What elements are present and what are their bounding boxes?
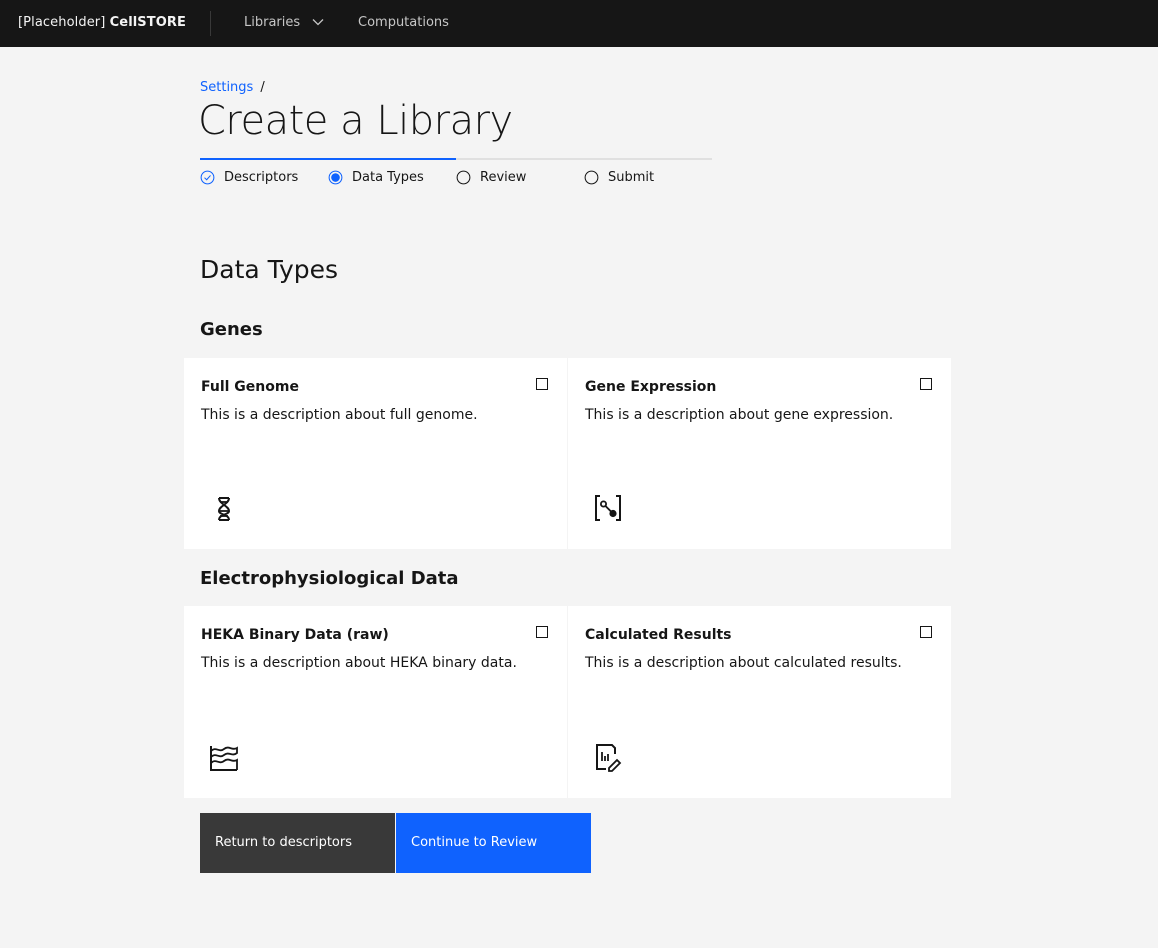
- app-brand[interactable]: [Placeholder] CellSTORE: [18, 15, 186, 30]
- card-checkbox[interactable]: [536, 626, 548, 638]
- waveform-icon: [210, 746, 238, 771]
- nav-libraries-label: Libraries: [244, 15, 301, 30]
- card-title: Calculated Results: [585, 627, 732, 643]
- card-heka-binary-data[interactable]: HEKA Binary Data (raw) This is a descrip…: [184, 606, 567, 798]
- report-edit-icon: [596, 744, 622, 772]
- breadcrumb: Settings /: [200, 80, 265, 95]
- card-description: This is a description about calculated r…: [585, 655, 902, 671]
- card-title: Full Genome: [201, 379, 299, 395]
- breadcrumb-settings-link[interactable]: Settings: [200, 80, 253, 95]
- breadcrumb-separator: /: [260, 80, 265, 95]
- card-description: This is a description about full genome.: [201, 407, 478, 423]
- step-label: Submit: [608, 170, 655, 185]
- group-title-genes: Genes: [200, 319, 263, 340]
- step-label: Review: [480, 170, 527, 185]
- header-divider: [210, 11, 211, 36]
- continue-to-review-button[interactable]: Continue to Review: [396, 813, 591, 873]
- group-title-electrophysiological: Electrophysiological Data: [200, 568, 459, 589]
- card-calculated-results[interactable]: Calculated Results This is a description…: [568, 606, 951, 798]
- page-title: Create a Library: [198, 98, 513, 144]
- card-gene-expression[interactable]: Gene Expression This is a description ab…: [568, 358, 951, 549]
- progress-fill: [200, 158, 456, 160]
- circle-outline-icon: [584, 170, 599, 185]
- card-description: This is a description about gene express…: [585, 407, 894, 423]
- gene-expression-icon: [595, 495, 621, 521]
- current-step-icon: [328, 170, 343, 185]
- top-header: [Placeholder] CellSTORE Libraries Comput…: [0, 0, 1158, 47]
- section-title: Data Types: [200, 255, 339, 284]
- brand-name: CellSTORE: [109, 15, 186, 30]
- brand-prefix: [Placeholder]: [18, 15, 106, 30]
- card-checkbox[interactable]: [920, 378, 932, 390]
- dna-icon: [217, 497, 231, 521]
- return-to-descriptors-button[interactable]: Return to descriptors: [200, 813, 395, 873]
- card-checkbox[interactable]: [920, 626, 932, 638]
- card-title: Gene Expression: [585, 379, 717, 395]
- card-title: HEKA Binary Data (raw): [201, 627, 389, 643]
- step-label: Data Types: [352, 170, 424, 185]
- card-full-genome[interactable]: Full Genome This is a description about …: [184, 358, 567, 549]
- card-checkbox[interactable]: [536, 378, 548, 390]
- card-description: This is a description about HEKA binary …: [201, 655, 517, 671]
- circle-outline-icon: [456, 170, 471, 185]
- nav-libraries[interactable]: Libraries: [244, 15, 324, 30]
- nav-computations[interactable]: Computations: [358, 15, 449, 30]
- step-label: Descriptors: [224, 170, 299, 185]
- checkmark-outline-icon: [200, 170, 215, 185]
- chevron-down-icon: [312, 18, 324, 25]
